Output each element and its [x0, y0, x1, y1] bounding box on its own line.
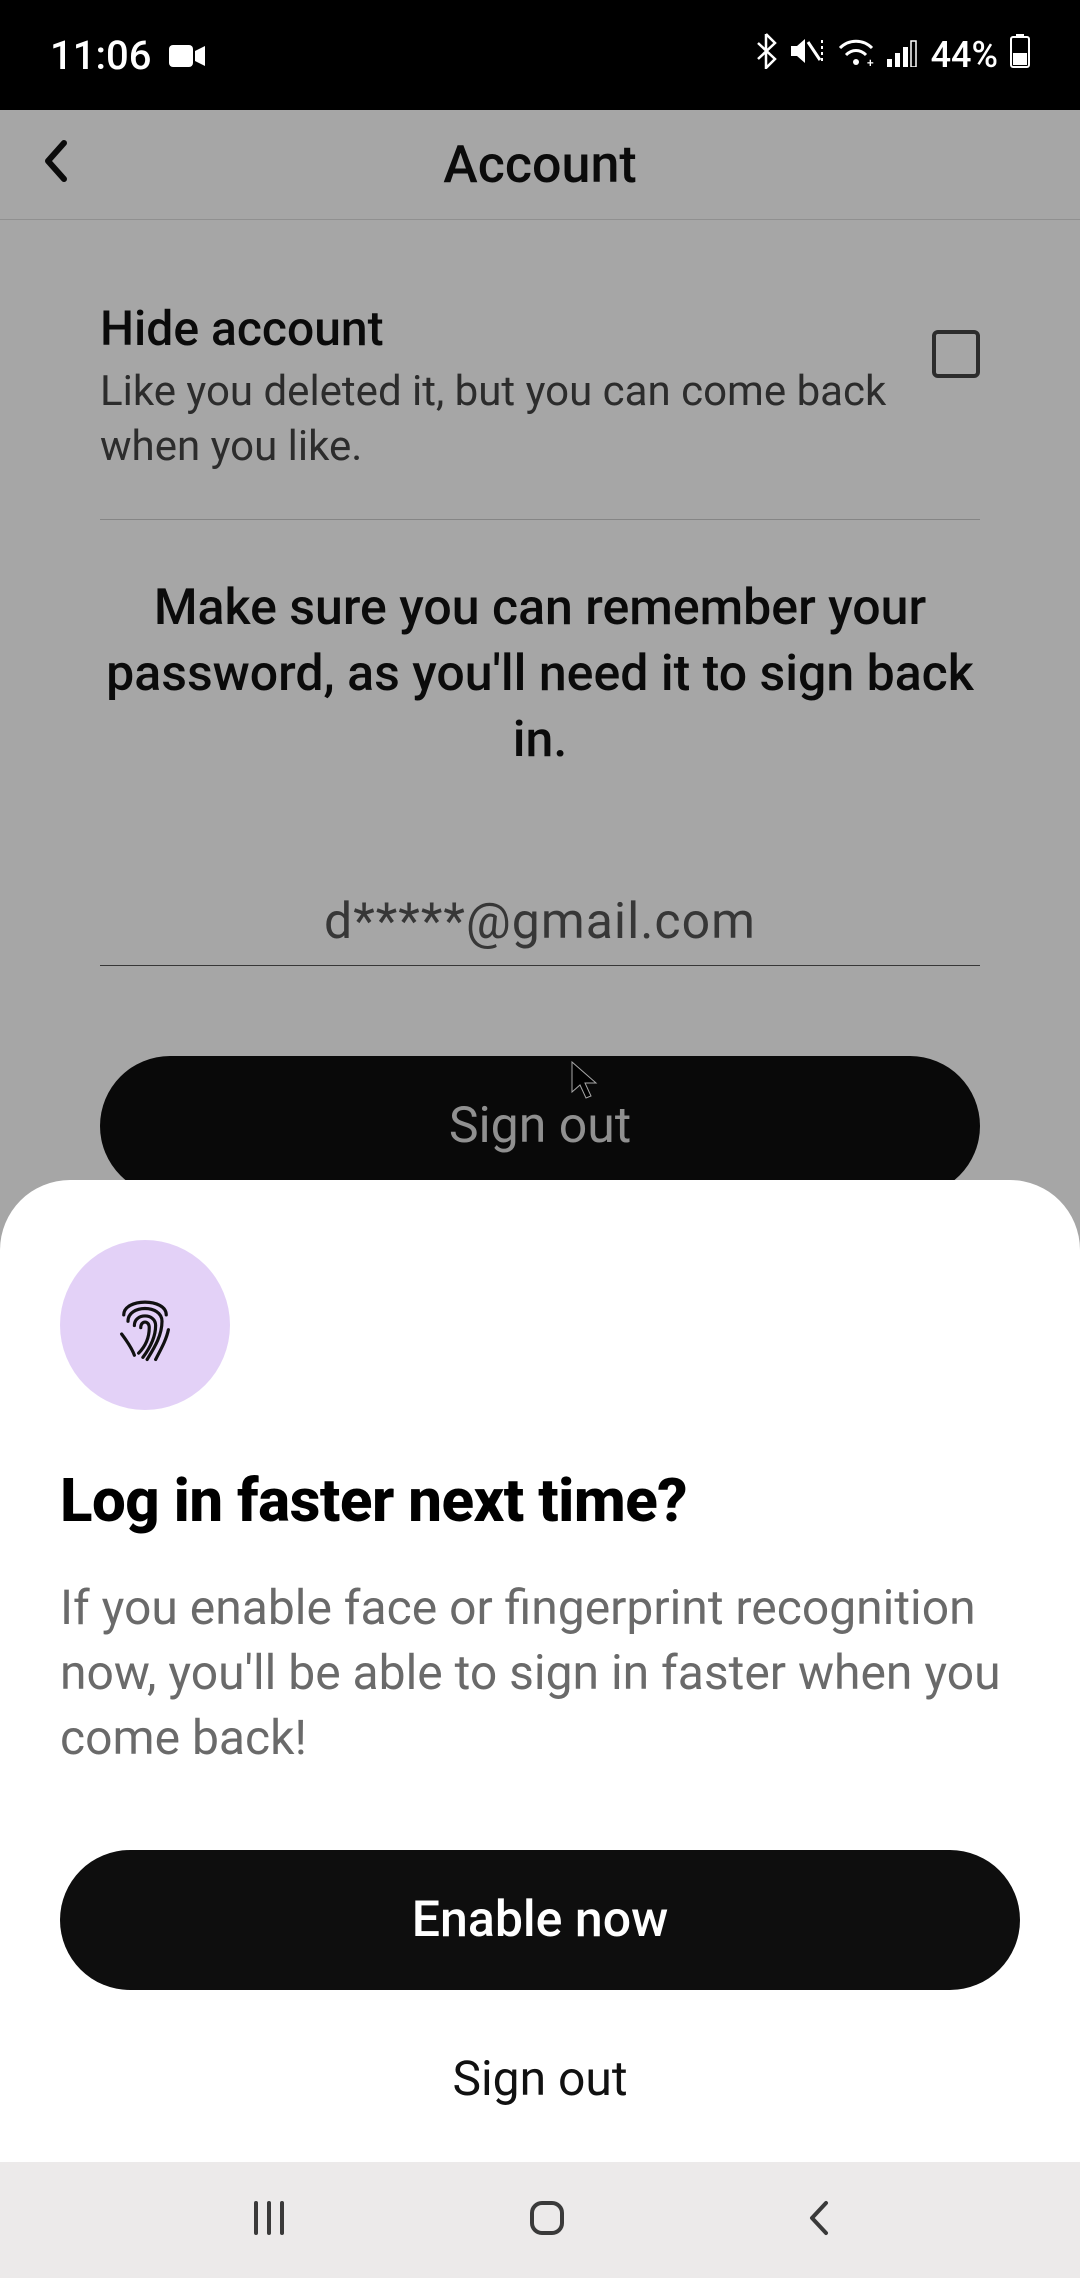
password-hint: Make sure you can remember your password… [100, 575, 980, 773]
bluetooth-icon [755, 33, 777, 78]
modal-sign-out-button[interactable]: Sign out [60, 2050, 1020, 2107]
battery-text: 44% [931, 34, 998, 76]
battery-icon [1010, 34, 1030, 77]
modal-body: If you enable face or fingerprint recogn… [60, 1576, 1020, 1770]
email-field[interactable]: d*****@gmail.com [100, 893, 980, 966]
modal-title: Log in faster next time? [60, 1465, 1020, 1536]
enable-now-label: Enable now [412, 1891, 668, 1949]
sign-out-label: Sign out [449, 1097, 631, 1155]
hide-account-subtitle: Like you deleted it, but you can come ba… [100, 365, 892, 474]
signal-icon [887, 34, 919, 76]
nav-back-button[interactable] [804, 2197, 832, 2243]
status-time: 11:06 [50, 32, 151, 79]
hide-account-checkbox[interactable] [932, 330, 980, 378]
video-icon [169, 32, 205, 79]
status-right: + 44% [755, 33, 1030, 78]
wifi-icon: + [837, 34, 875, 76]
mute-vibrate-icon [789, 34, 825, 77]
hide-account-row[interactable]: Hide account Like you deleted it, but yo… [100, 300, 980, 520]
back-button[interactable] [40, 129, 70, 200]
app-header: Account [0, 110, 1080, 220]
hide-account-text: Hide account Like you deleted it, but yo… [100, 300, 892, 474]
page-content: Hide account Like you deleted it, but yo… [0, 220, 1080, 1196]
page-title: Account [0, 134, 1080, 195]
sign-out-button[interactable]: Sign out [100, 1056, 980, 1196]
fingerprint-icon [60, 1240, 230, 1410]
modal-sign-out-label: Sign out [452, 2050, 627, 2107]
hide-account-title: Hide account [100, 300, 892, 357]
system-nav-bar [0, 2162, 1080, 2278]
enable-now-button[interactable]: Enable now [60, 1850, 1020, 1990]
mouse-cursor-icon [570, 1060, 598, 1111]
biometric-modal: Log in faster next time? If you enable f… [0, 1180, 1080, 2162]
nav-recents-button[interactable] [248, 2197, 290, 2243]
status-left: 11:06 [50, 32, 205, 79]
status-bar: 11:06 + 44% [0, 0, 1080, 110]
svg-text:+: + [867, 56, 874, 67]
nav-home-button[interactable] [527, 2198, 567, 2242]
